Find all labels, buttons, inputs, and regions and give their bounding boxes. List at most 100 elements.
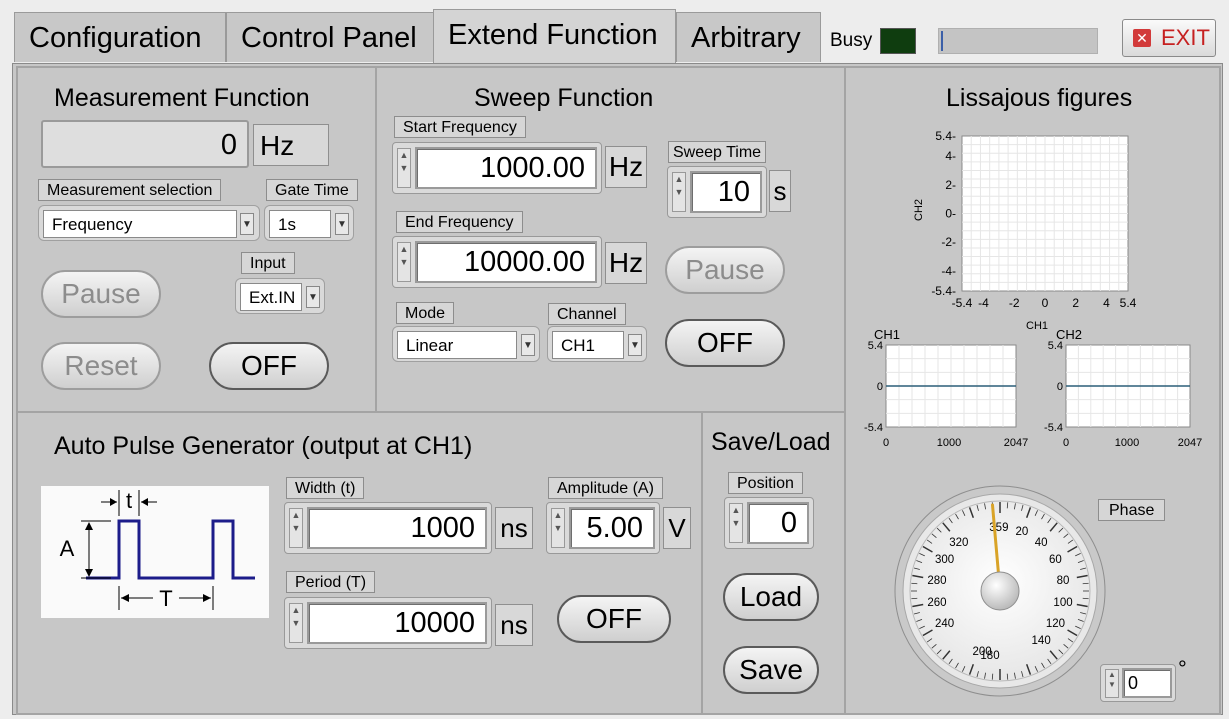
input-value: Ext.IN — [240, 283, 302, 311]
gate-time-value: 1s — [269, 210, 331, 238]
spinner-icon[interactable]: ▲ ▼ — [672, 172, 686, 212]
sweep-time-label: Sweep Time — [668, 141, 767, 163]
phase-control[interactable]: ▲ ▼ 0 — [1100, 664, 1176, 702]
measurement-value: 0 — [220, 129, 237, 161]
pulse-diagram-T: T — [159, 586, 172, 611]
end-frequency-control[interactable]: ▲ ▼ 10000.00 — [392, 236, 602, 288]
gauge-label: 240 — [935, 618, 954, 630]
load-button[interactable]: Load — [723, 573, 819, 621]
position-control[interactable]: ▲ ▼ 0 — [724, 497, 814, 549]
position-input[interactable]: 0 — [747, 502, 809, 544]
lissajous-ytick: 0- — [945, 207, 956, 221]
save-button[interactable]: Save — [723, 646, 819, 694]
ch1-chart: 5.4 0 -5.4 0 1000 2047 — [864, 340, 1028, 449]
period-input[interactable]: 10000 — [307, 602, 487, 644]
measurement-selection-value: Frequency — [43, 210, 237, 238]
width-control[interactable]: ▲ ▼ 1000 — [284, 502, 492, 554]
gauge-label: 200 — [973, 646, 992, 658]
chevron-down-icon: ▼ — [240, 213, 254, 235]
position-label: Position — [728, 472, 803, 494]
sweep-time-input[interactable]: 10 — [690, 171, 762, 213]
measurement-reset-button[interactable]: Reset — [41, 342, 161, 390]
tab-configuration[interactable]: Configuration — [14, 12, 226, 62]
spinner-icon[interactable]: ▲ ▼ — [289, 603, 303, 643]
ch2-xtick: 1000 — [1115, 437, 1139, 449]
chevron-down-icon: ▼ — [335, 213, 349, 235]
measurement-off-button[interactable]: OFF — [209, 342, 329, 390]
ch1-ytick: 0 — [877, 381, 883, 393]
measurement-display: 0 — [41, 120, 249, 168]
mode-label: Mode — [396, 302, 455, 324]
gate-time-label: Gate Time — [266, 179, 358, 201]
gauge-label: 100 — [1053, 597, 1072, 609]
pulse-title: Auto Pulse Generator (output at CH1) — [54, 432, 473, 460]
end-frequency-unit: Hz — [605, 242, 647, 284]
sweep-off-button[interactable]: OFF — [665, 319, 785, 367]
tab-arbitrary[interactable]: Arbitrary — [676, 12, 821, 62]
measurement-selection-dropdown[interactable]: Frequency ▼ — [38, 205, 260, 241]
amplitude-control[interactable]: ▲ ▼ 5.00 — [546, 502, 660, 554]
gauge-label: 300 — [935, 554, 954, 566]
channel-label: Channel — [548, 303, 626, 325]
spinner-icon[interactable]: ▲ ▼ — [551, 508, 565, 548]
lissajous-title: Lissajous figures — [946, 84, 1133, 112]
tab-control-panel[interactable]: Control Panel — [226, 12, 434, 62]
tab-extend-function[interactable]: Extend Function — [433, 9, 676, 64]
sweep-time-control[interactable]: ▲ ▼ 10 — [667, 166, 767, 218]
gauge-tick — [1006, 502, 1009, 509]
phase-unit: ° — [1178, 656, 1187, 681]
lissajous-ytick: -4- — [941, 264, 956, 278]
gauge-label: 280 — [927, 575, 946, 587]
gate-time-dropdown[interactable]: 1s ▼ — [264, 205, 354, 241]
phase-label: Phase — [1098, 499, 1166, 521]
lissajous-ytick: 4- — [945, 149, 956, 163]
ch2-ytick: 0 — [1057, 381, 1063, 393]
measurement-pause-button[interactable]: Pause — [41, 270, 161, 318]
gauge-tick — [1082, 582, 1089, 585]
exit-button[interactable]: ✕ EXIT — [1122, 19, 1216, 57]
ch2-xtick: 2047 — [1178, 437, 1202, 449]
phase-gauge[interactable]: 359 2040608010012014018020024026028030032… — [893, 484, 1107, 698]
channel-dropdown[interactable]: CH1 ▼ — [547, 326, 647, 362]
sweep-time-unit: s — [769, 170, 791, 212]
gauge-label: 140 — [1032, 635, 1051, 647]
mode-value: Linear — [397, 331, 517, 359]
close-icon: ✕ — [1133, 29, 1151, 47]
lissajous-ytick: 5.4- — [935, 129, 956, 143]
start-frequency-input[interactable]: 1000.00 — [415, 147, 597, 189]
spinner-icon[interactable]: ▲ ▼ — [1105, 669, 1119, 698]
input-dropdown[interactable]: Ext.IN ▼ — [235, 278, 325, 314]
pulse-off-button[interactable]: OFF — [557, 595, 671, 643]
mode-dropdown[interactable]: Linear ▼ — [392, 326, 540, 362]
start-frequency-control[interactable]: ▲ ▼ 1000.00 — [392, 142, 602, 194]
period-label: Period (T) — [286, 571, 376, 593]
ch2-xtick: 0 — [1063, 437, 1069, 449]
exit-label: EXIT — [1161, 25, 1210, 50]
measurement-unit: Hz — [253, 124, 329, 166]
phase-input[interactable]: 0 — [1122, 668, 1172, 698]
lissajous-xtick: 0 — [1042, 296, 1049, 310]
spinner-icon[interactable]: ▲ ▼ — [397, 242, 411, 282]
lissajous-xtick: 4 — [1103, 296, 1110, 310]
period-control[interactable]: ▲ ▼ 10000 — [284, 597, 492, 649]
amplitude-label: Amplitude (A) — [548, 477, 663, 499]
lissajous-plot: 5.4-4-2-0--2--4--5.4- -5.4 -4 -2 0 2 4 5.4 CH2… — [913, 129, 1137, 332]
spinner-icon[interactable]: ▲ ▼ — [729, 503, 743, 543]
start-frequency-label: Start Frequency — [394, 116, 526, 138]
gauge-label: 40 — [1035, 537, 1048, 549]
spinner-icon[interactable]: ▲ ▼ — [289, 508, 303, 548]
start-frequency-unit: Hz — [605, 146, 647, 188]
pulse-diagram-t: t — [126, 488, 132, 513]
gauge-tick — [911, 582, 918, 585]
sweep-pause-button[interactable]: Pause — [665, 246, 785, 294]
chevron-down-icon: ▼ — [521, 334, 535, 356]
amplitude-input[interactable]: 5.00 — [569, 507, 655, 549]
lissajous-xtick: -5.4 — [952, 296, 973, 310]
end-frequency-input[interactable]: 10000.00 — [415, 241, 597, 283]
width-input[interactable]: 1000 — [307, 507, 487, 549]
gauge-knob[interactable] — [980, 571, 1020, 611]
lissajous-xlabel: CH1 — [1026, 320, 1048, 332]
ch1-xtick: 2047 — [1004, 437, 1028, 449]
input-label: Input — [241, 252, 295, 274]
spinner-icon[interactable]: ▲ ▼ — [397, 148, 411, 188]
